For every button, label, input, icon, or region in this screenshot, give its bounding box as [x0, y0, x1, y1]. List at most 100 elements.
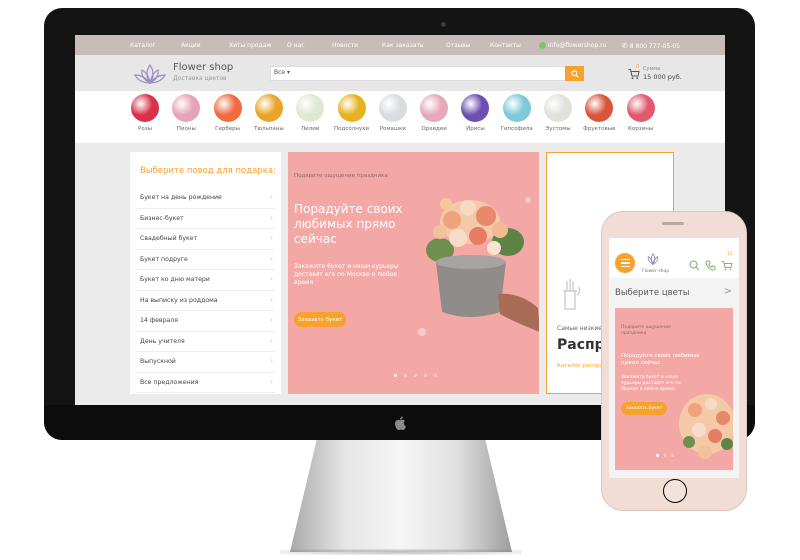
category-item[interactable]: Тюльпаны — [247, 94, 291, 132]
chevron-right-icon: › — [270, 193, 273, 201]
chevron-right-icon: › — [270, 213, 273, 222]
nav-contacts[interactable]: Контакты — [490, 42, 521, 49]
category-item[interactable]: Ромашки — [371, 94, 415, 132]
category-item[interactable]: Корзины — [619, 94, 663, 132]
nav-news[interactable]: Новости — [332, 42, 358, 49]
chevron-right-icon: › — [270, 357, 273, 365]
occasion-menu: Выберите повод для подарка: Букет на ден… — [130, 152, 281, 394]
mockup-stage: Каталог Акции Хиты продаж О нас Новости … — [0, 0, 800, 560]
order-bouquet-button[interactable]: Заказать букет — [294, 312, 346, 327]
occasion-menu-title: Выберите повод для подарка: — [140, 166, 276, 176]
category-label: Корзины — [627, 126, 654, 132]
category-item[interactable]: Гипсофила — [495, 94, 539, 132]
category-label: Лилии — [301, 126, 320, 132]
phone-icon: ✆ — [622, 42, 628, 50]
category-item[interactable]: Герберы — [206, 94, 250, 132]
mobile-hero-eyebrow: Подарите ощущение праздника — [621, 325, 671, 336]
category-item[interactable]: Пионы — [164, 94, 208, 132]
category-image — [585, 94, 614, 122]
nav-about[interactable]: О нас — [287, 42, 305, 49]
hero-banner: Подарите ощущение праздника Порадуйте св… — [288, 152, 539, 394]
hero-slider-dots[interactable] — [394, 374, 437, 377]
category-image — [544, 94, 572, 122]
nav-bestsellers[interactable]: Хиты продаж — [229, 42, 272, 49]
occasion-label: Бизнес-букет — [140, 214, 184, 222]
category-item[interactable]: Эустомы — [536, 94, 580, 132]
lotus-logo-icon[interactable] — [133, 63, 167, 85]
site-header: Flower shop Доставка цветов Все ▾ 0 Сумм… — [75, 55, 725, 91]
category-label: Герберы — [215, 126, 241, 132]
search-category-select[interactable]: Все ▾ — [274, 69, 290, 76]
occasion-item[interactable]: Выпускной › — [136, 352, 275, 373]
logo-subtitle: Доставка цветов — [173, 75, 227, 82]
occasion-item[interactable]: На выписку из роддома › — [136, 291, 275, 311]
category-label: Пионы — [176, 126, 196, 132]
chevron-right-icon: > — [723, 286, 732, 297]
category-label: Ромашки — [379, 126, 406, 132]
category-item[interactable]: Розы — [123, 94, 167, 132]
category-item[interactable]: Орхидеи — [412, 94, 456, 132]
category-label: Розы — [138, 126, 152, 132]
category-image — [461, 94, 490, 122]
category-label: Тюльпаны — [254, 126, 284, 132]
email-text: info@flowershop.ru — [548, 42, 607, 49]
menu-icon[interactable] — [615, 253, 635, 273]
mobile-slider-dots[interactable] — [656, 454, 674, 457]
chevron-right-icon: › — [270, 254, 273, 263]
occasion-label: Свадебный букет — [140, 235, 198, 242]
category-image — [131, 94, 159, 122]
phone-link[interactable]: ✆ 8 800 777-05-05 — [622, 42, 680, 50]
category-label: Орхидеи — [421, 126, 447, 132]
camera-dot — [441, 22, 446, 27]
occasion-item[interactable]: Букет ко дню матери › — [136, 270, 275, 291]
phone-icon[interactable] — [705, 260, 716, 271]
phone-screen: Flower shop 12 Выберите цветы > Подарите… — [609, 238, 739, 478]
logo-title: Flower shop — [173, 62, 234, 73]
mobile-logo-text: Flower shop — [642, 269, 670, 274]
occasion-item[interactable]: 14 февраля › — [136, 311, 275, 332]
category-item[interactable]: Лилии — [288, 94, 332, 132]
category-image — [378, 94, 407, 122]
email-link[interactable]: info@flowershop.ru — [539, 42, 606, 49]
cart-icon[interactable] — [721, 260, 733, 271]
search-button[interactable] — [565, 66, 584, 81]
category-image — [254, 94, 283, 122]
category-image — [213, 94, 242, 122]
category-image — [296, 94, 325, 122]
occasion-label: Букет на день рождение — [140, 194, 222, 201]
occasion-label: На выписку из роддома — [140, 296, 218, 304]
occasion-item[interactable]: Букет подруге › — [136, 250, 275, 270]
occasion-item[interactable]: Букет на день рождение › — [136, 188, 275, 209]
category-label: Подсолнухи — [334, 126, 369, 132]
nav-how-to-order[interactable]: Как заказать — [382, 42, 424, 49]
nav-reviews[interactable]: Отзывы — [446, 42, 470, 49]
nav-promotions[interactable]: Акции — [181, 42, 201, 49]
category-item[interactable]: Подсолнухи — [330, 94, 374, 132]
imac-stand-shadow — [280, 549, 522, 555]
category-item[interactable]: Фруктовые — [577, 94, 621, 132]
search-icon[interactable] — [689, 260, 700, 271]
choose-flowers-row[interactable]: Выберите цветы > — [609, 282, 739, 304]
search-icon — [570, 69, 579, 78]
email-icon — [539, 42, 546, 49]
occasion-item[interactable]: День учителя › — [136, 332, 275, 352]
choose-flowers-label: Выберите цветы — [615, 288, 690, 298]
promo-link[interactable]: Каталог распрод — [557, 363, 607, 369]
search-input[interactable]: Все ▾ — [270, 66, 584, 81]
category-label: Эустомы — [545, 126, 571, 132]
nav-catalog[interactable]: Каталог — [130, 42, 156, 49]
occasion-item[interactable]: Все предложения › — [136, 373, 275, 393]
phone-text: 8 800 777-05-05 — [629, 43, 680, 50]
occasion-item[interactable]: Свадебный букет › — [136, 229, 275, 250]
mobile-order-button[interactable]: Заказать букет — [621, 402, 667, 415]
apple-logo-icon — [395, 416, 406, 430]
occasion-list: Букет на день рождение › Бизнес-букет › Свад… — [130, 188, 281, 393]
occasion-item[interactable]: Бизнес-букет › — [136, 209, 275, 229]
category-item[interactable]: Ирисы — [453, 94, 497, 132]
category-image — [420, 94, 449, 122]
hero-eyebrow: Подарите ощущение праздника — [294, 173, 388, 179]
bouquet-image — [679, 394, 733, 459]
lotus-logo-icon[interactable] — [643, 252, 663, 266]
occasion-label: Букет подруге — [140, 255, 188, 263]
chevron-right-icon: › — [270, 295, 273, 304]
